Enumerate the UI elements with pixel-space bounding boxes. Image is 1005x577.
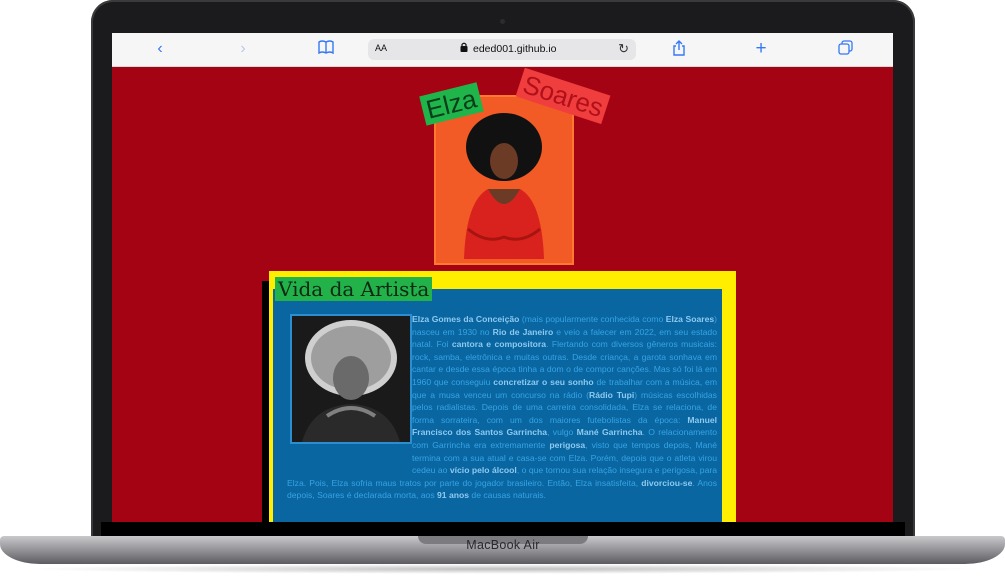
bio-highlight: Elza Gomes da Conceição: [412, 314, 520, 324]
bio-text-run: , vulgo: [547, 427, 577, 438]
bio-highlight: 91 anos: [437, 490, 470, 501]
forward-icon[interactable]: ›: [234, 40, 252, 58]
bookmarks-icon[interactable]: [317, 40, 335, 58]
bio-highlight: concretizar o seu sonho: [493, 376, 594, 387]
address-bar[interactable]: AA eded001.github.io ↻: [368, 39, 636, 60]
bio-highlight: Rádio Tupi: [589, 389, 635, 400]
camera: [500, 19, 505, 24]
bio-heading: Vida da Artista: [275, 277, 433, 301]
back-icon[interactable]: ‹: [151, 40, 169, 58]
reload-icon[interactable]: ↻: [618, 41, 629, 57]
bio-highlight: cantora e compositora: [451, 339, 547, 350]
share-icon[interactable]: [670, 40, 688, 58]
bio-highlight: Mané Garrincha: [576, 427, 643, 438]
browser-screen: ‹ › AA eded001.github.io ↻ + Elza Soares…: [112, 33, 893, 522]
browser-toolbar: ‹ › AA eded001.github.io ↻ +: [112, 33, 893, 67]
artist-portrait: [464, 113, 544, 259]
bio-paragraph: Elza Gomes da Conceição (mais popularmen…: [287, 313, 717, 502]
laptop-shadow: [20, 564, 985, 574]
text-size-button[interactable]: AA: [375, 43, 387, 53]
bio-highlight: vício pelo álcool: [449, 465, 517, 476]
url-text: eded001.github.io: [473, 43, 557, 55]
lock-icon: [460, 42, 468, 55]
tabs-icon[interactable]: [836, 40, 854, 58]
bio-text-run: de causas naturais.: [469, 490, 546, 501]
device-brand-label: MacBook Air: [466, 538, 540, 552]
bio-text-run: (mais popularmente conhecida como: [519, 314, 666, 324]
new-tab-icon[interactable]: +: [752, 39, 770, 58]
bio-highlight: Rio de Janeiro: [492, 326, 554, 337]
bio-frame-edge: [262, 281, 269, 522]
bio-highlight: perigosa: [549, 439, 586, 450]
hero-portrait-card: [434, 95, 574, 265]
bio-highlight: divorciou-se: [641, 477, 693, 488]
bio-highlight: Elza Soares: [665, 314, 715, 324]
